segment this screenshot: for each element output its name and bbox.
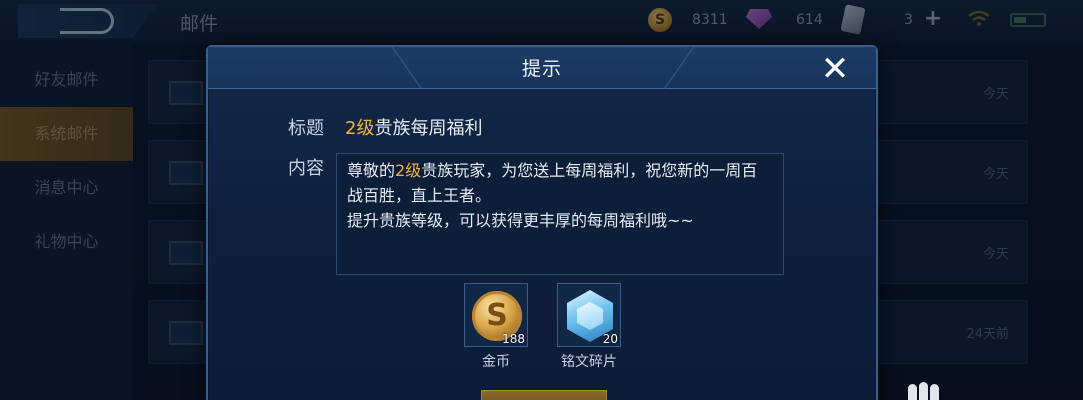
mail-content: 尊敬的2级贵族玩家，为您送上每周福利，祝您新的一周百战百胜，直上王者。 提升贵族… [336, 153, 784, 275]
dialog-title: 提示 [521, 58, 562, 80]
game-screen: 邮件 S 8311 614 3 + 好友邮件 系统邮件 消息中心 礼物中心 今天… [0, 0, 1083, 400]
reward-frame: 20 [557, 283, 621, 347]
content-line2: 提升贵族等级，可以获得更丰厚的每周福利哦~~ [347, 211, 694, 230]
reward-name: 铭文碎片 [561, 354, 617, 370]
dialog-header: 提示 ✕ [208, 47, 876, 89]
reward-name: 金币 [482, 354, 510, 370]
subject-level: 2级 [345, 118, 375, 139]
watermark-icon [906, 382, 946, 400]
reward-frame: S 188 [464, 283, 528, 347]
close-icon: ✕ [820, 49, 850, 89]
close-button[interactable]: ✕ [820, 52, 850, 86]
claim-button[interactable] [481, 390, 607, 400]
reward-quantity: 188 [502, 332, 525, 346]
subject-label: 标题 [288, 118, 324, 139]
reward-quantity: 20 [602, 332, 618, 346]
reward-item-gold[interactable]: S 188 金币 [464, 283, 528, 371]
content-prefix: 尊敬的 [347, 161, 396, 180]
subject-text: 贵族每周福利 [374, 118, 483, 139]
mail-subject: 2级贵族每周福利 [345, 114, 482, 140]
content-label: 内容 [288, 158, 324, 179]
mail-dialog: 提示 ✕ 标题 2级贵族每周福利 内容 尊敬的2级贵族玩家，为您送上每周福利，祝… [206, 45, 878, 400]
reward-item-rune[interactable]: 20 铭文碎片 [557, 283, 621, 371]
content-level: 2级 [395, 161, 422, 180]
